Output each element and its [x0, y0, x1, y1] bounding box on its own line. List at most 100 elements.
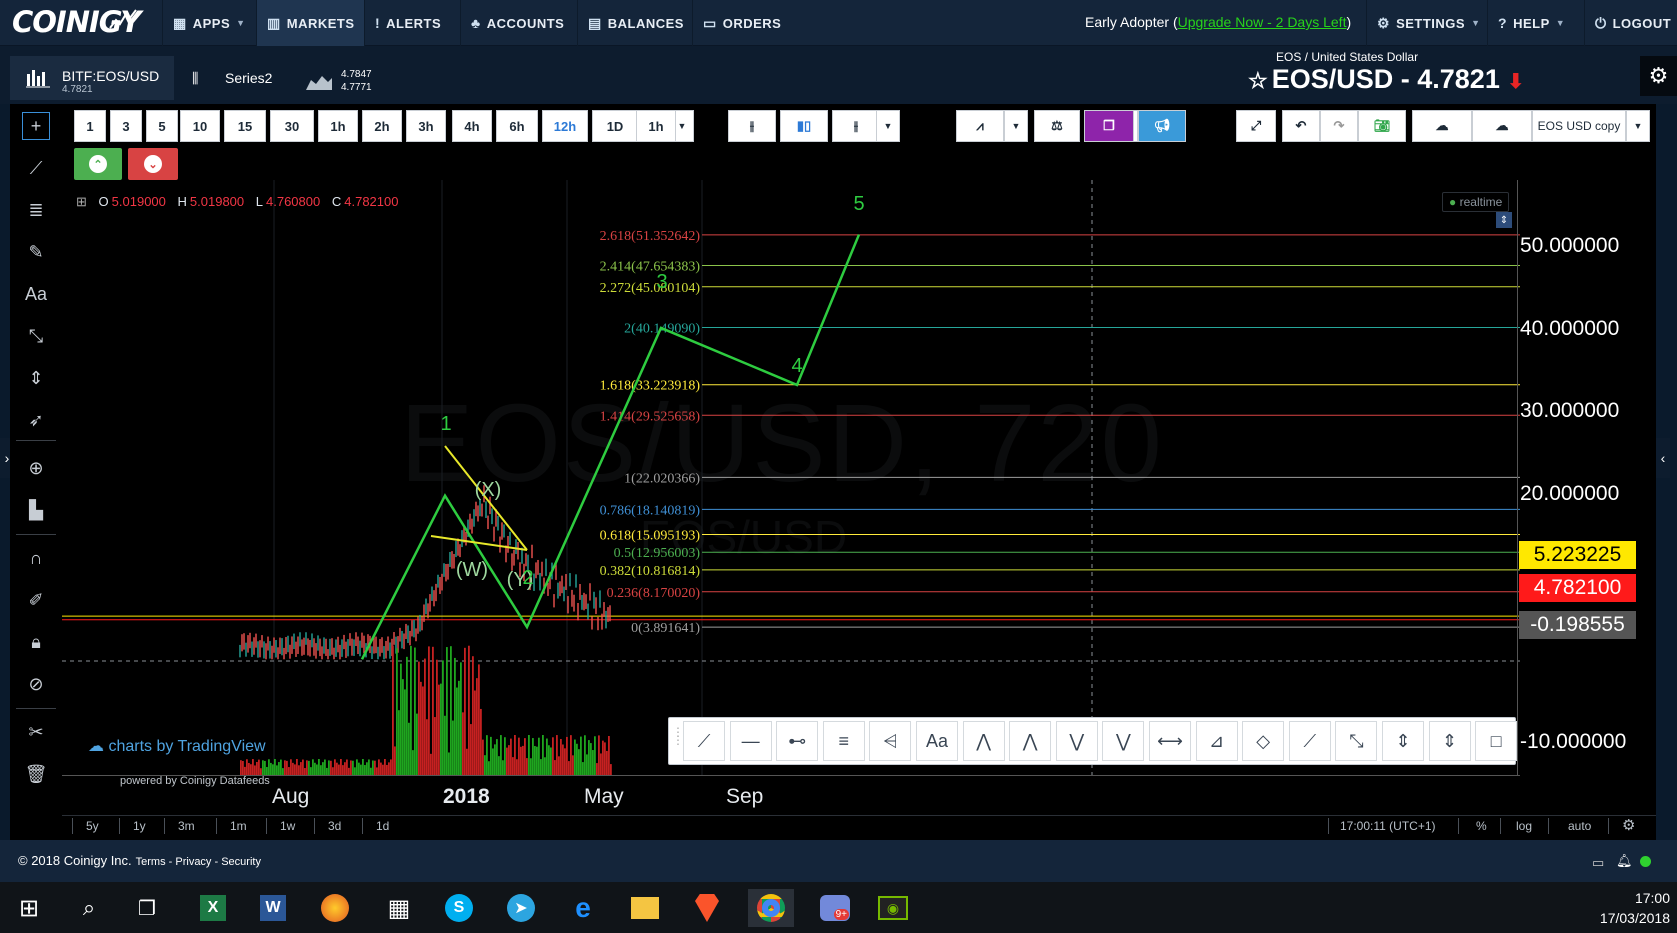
range-3m-button[interactable]: 3m [178, 819, 195, 833]
excel-icon[interactable]: X [200, 895, 226, 921]
compare-button[interactable]: ⚖ [1034, 110, 1080, 142]
fib-retracement-icon[interactable]: ⇕ [1382, 721, 1424, 761]
rectangle-icon[interactable]: □ [1475, 721, 1518, 761]
save-chart-button[interactable]: ☁ [1472, 110, 1532, 142]
fib-extension-icon[interactable]: ⇕ [1428, 721, 1471, 761]
ray-icon[interactable]: ⟋ [1288, 721, 1331, 761]
nav-balances[interactable]: ▤ BALANCES [577, 0, 694, 46]
pattern-icon[interactable]: ⤡ [22, 322, 50, 350]
fullscreen-button[interactable]: ⤢ [1236, 110, 1276, 142]
hide-icon[interactable]: ⊘ [22, 670, 50, 698]
watchlist-select[interactable]: EOS USD copy [1532, 110, 1626, 142]
range-1w-button[interactable]: 1w [280, 819, 295, 833]
interval-6h-button[interactable]: 6h [496, 110, 538, 142]
windows-start-icon[interactable]: ⊞ [10, 889, 48, 927]
interval-3h-button[interactable]: 3h [406, 110, 446, 142]
keyboard-icon[interactable]: ▭ [1592, 855, 1604, 871]
discord-icon[interactable]: 9+ [820, 895, 850, 921]
announce-button[interactable]: 📢︎ [1138, 110, 1186, 142]
percent-toggle[interactable]: % [1476, 819, 1487, 833]
chart-props-gear-icon[interactable]: ⚙ [1622, 816, 1635, 834]
interval-1-button[interactable]: 1 [74, 110, 106, 142]
indicators-dropdown[interactable]: ▼ [1004, 110, 1028, 142]
series-label[interactable]: Series2 [225, 70, 272, 86]
file-explorer-icon[interactable] [631, 897, 659, 919]
trend-angle-icon[interactable]: ⊿ [1195, 721, 1238, 761]
price-chart[interactable]: 2.618(51.352642) 2.414(47.654383) 2.272(45… [62, 180, 1520, 775]
chart-settings-gear-icon[interactable]: ⚙ [1640, 56, 1677, 96]
interval-1h-button[interactable]: 1h [636, 110, 676, 142]
nav-help[interactable]: ? HELP ▼ [1487, 0, 1575, 46]
nvidia-icon[interactable]: ◉ [878, 896, 908, 920]
sell-button[interactable]: ⌄ [128, 148, 178, 180]
remove-tools-icon[interactable]: ✂ [22, 718, 50, 746]
bell-icon[interactable]: 🔔︎ [1616, 853, 1633, 869]
crosshair-icon[interactable]: + [22, 112, 50, 140]
rectangle-rotated-icon[interactable]: ◇ [1242, 721, 1285, 761]
auto-toggle[interactable]: auto [1568, 819, 1591, 833]
nav-accounts[interactable]: ♣ ACCOUNTS [460, 0, 574, 46]
fib-lines-icon[interactable]: ≣ [22, 196, 50, 224]
rocket-icon[interactable]: ➶ [22, 406, 50, 434]
abcde-pattern-icon[interactable]: ⋀ [1009, 721, 1052, 761]
parallel-lines-icon[interactable]: ≡ [822, 721, 865, 761]
chrome-icon[interactable] [757, 894, 785, 922]
symbol-tab[interactable]: BITF:EOS/USD 4.7821 [10, 56, 174, 100]
brave-icon[interactable] [695, 894, 719, 922]
nav-logout[interactable]: ⏻ LOGOUT [1584, 0, 1677, 46]
text-icon[interactable]: Aa [22, 280, 50, 308]
line-tool-icon[interactable]: ⟋ [683, 721, 725, 761]
horizontal-line-icon[interactable]: — [729, 721, 772, 761]
brush-icon[interactable]: ✎ [22, 238, 50, 266]
range-1m-button[interactable]: 1m [230, 819, 247, 833]
drag-handle-icon[interactable]: ⋮ ⋮ [672, 726, 684, 756]
interval-2h-button[interactable]: 2h [362, 110, 402, 142]
telegram-icon[interactable]: ➤ [507, 894, 535, 922]
upgrade-link[interactable]: Upgrade Now - 2 Days Left [1178, 14, 1347, 30]
zoom-icon[interactable]: ⊕ [22, 454, 50, 482]
firefox-icon[interactable] [321, 894, 349, 922]
range-5y-button[interactable]: 5y [86, 819, 99, 833]
elliott-icon[interactable]: ⤡ [1335, 721, 1378, 761]
hollow-candles-button[interactable]: ⫲ [832, 110, 880, 142]
range-3d-button[interactable]: 3d [328, 819, 341, 833]
interval-1h-button[interactable]: 1h [318, 110, 358, 142]
trend-line-icon[interactable]: ⟋ [22, 154, 50, 182]
interval-10-button[interactable]: 10 [180, 110, 220, 142]
ruler-icon[interactable]: ▙ [22, 496, 50, 524]
interval-12h-button[interactable]: 12h [542, 110, 588, 142]
wxyz-pattern-icon[interactable]: ⋁ [1102, 721, 1145, 761]
measure-icon[interactable]: ⟷ [1149, 721, 1191, 761]
nav-orders[interactable]: ▭ ORDERS [692, 0, 791, 46]
nav-settings[interactable]: ⚙ SETTINGS ▼ [1366, 0, 1491, 46]
interval-30-button[interactable]: 30 [270, 110, 314, 142]
system-clock[interactable]: 17:00 17/03/2018 [1590, 888, 1670, 928]
search-icon[interactable]: ⌕ [70, 889, 108, 927]
interval-1D-button[interactable]: 1D [592, 110, 638, 142]
edge-icon[interactable]: e [564, 889, 602, 927]
watchlist-dropdown[interactable]: ▼ [1626, 110, 1650, 142]
calculator-icon[interactable]: ▦ [380, 889, 418, 927]
measure-icon[interactable]: ⇕ [22, 364, 50, 392]
fib-fan-icon[interactable]: ⩤ [869, 721, 912, 761]
log-toggle[interactable]: log [1516, 819, 1532, 833]
magnet-icon[interactable]: ∩ [22, 544, 50, 572]
cube-button[interactable]: ❒ [1084, 110, 1134, 142]
nav-markets[interactable]: ▥ MARKETS [256, 0, 365, 46]
task-view-icon[interactable]: ❐ [128, 889, 166, 927]
trash-icon[interactable]: 🗑︎ [22, 760, 50, 788]
interval-3-button[interactable]: 3 [110, 110, 142, 142]
nav-alerts[interactable]: ! ALERTS [364, 0, 451, 46]
buy-button[interactable]: ⌃ [74, 148, 122, 180]
text-tool-icon[interactable]: Aa [916, 721, 958, 761]
wxy-pattern-icon[interactable]: ⋁ [1055, 721, 1098, 761]
skype-icon[interactable]: S [445, 894, 473, 922]
lock-drawings-icon[interactable]: ✐ [22, 586, 50, 614]
style-dropdown[interactable]: ▼ [876, 110, 900, 142]
nav-apps[interactable]: ▦ APPS ▼ [162, 0, 256, 46]
footer-links[interactable]: Terms - Privacy - Security [136, 856, 261, 868]
interval-4h-button[interactable]: 4h [452, 110, 492, 142]
interval-5-button[interactable]: 5 [146, 110, 178, 142]
star-icon[interactable]: ☆ [1248, 68, 1268, 93]
redo-button[interactable]: ↷ [1320, 110, 1358, 142]
